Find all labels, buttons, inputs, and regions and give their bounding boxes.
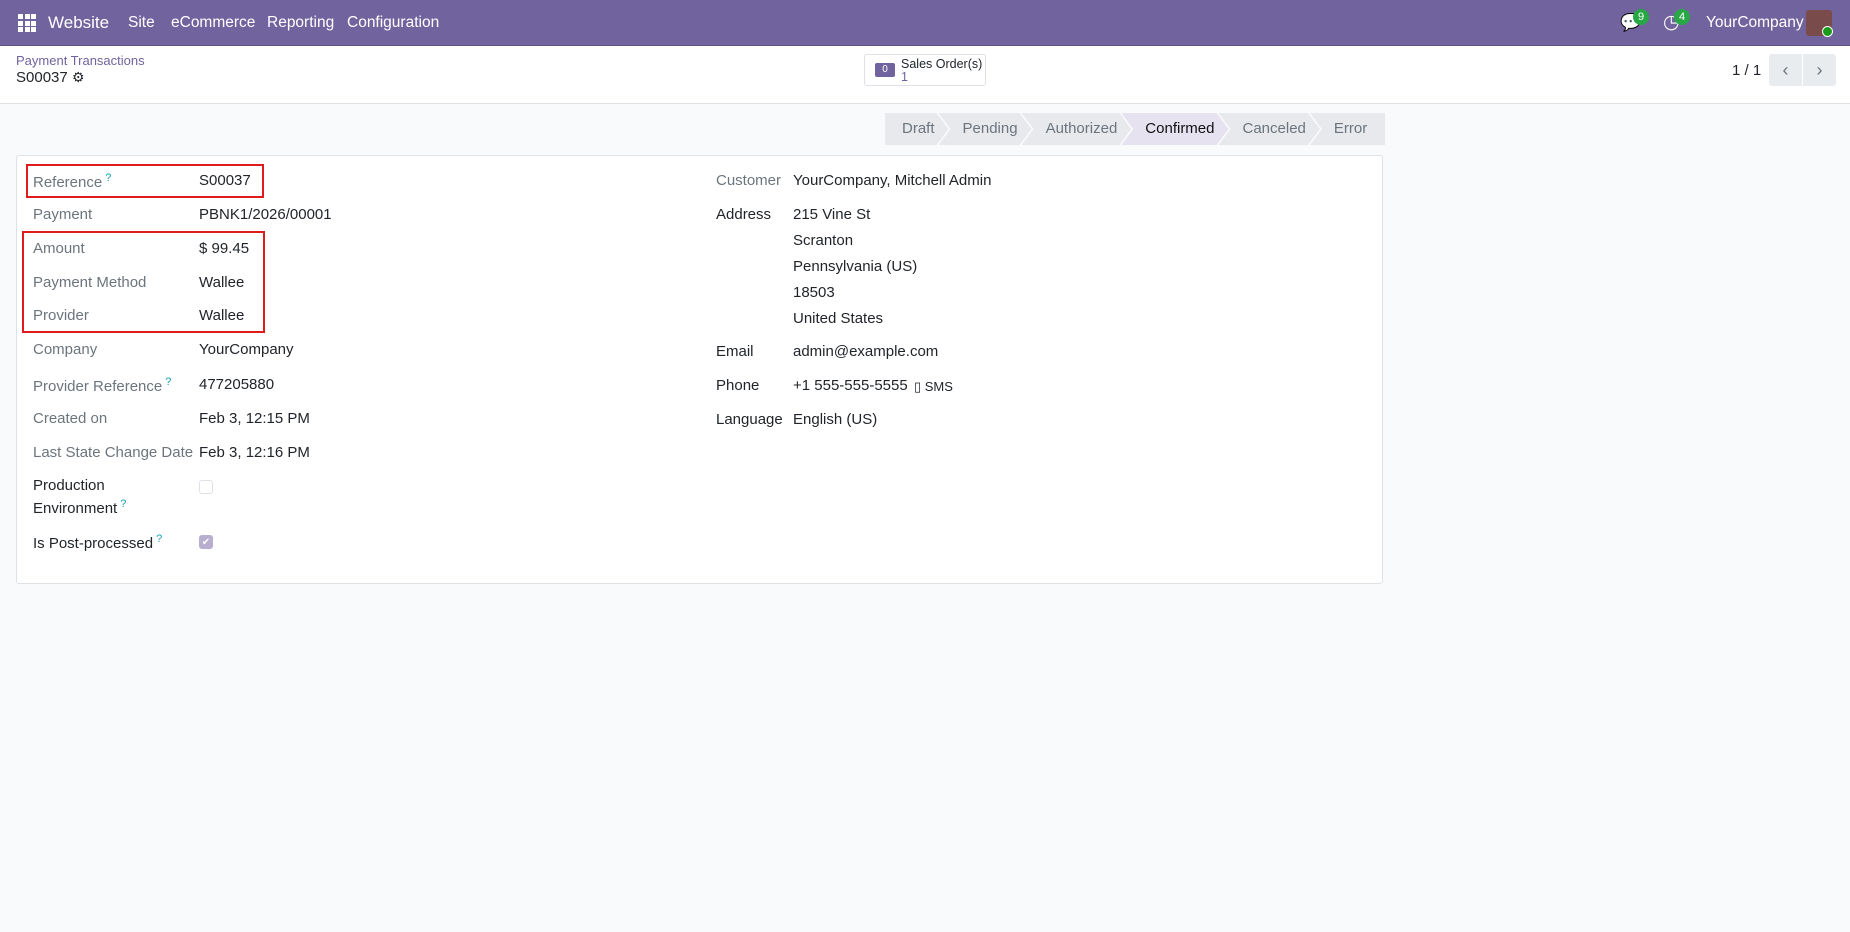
amount-label: Amount <box>33 240 85 257</box>
stage-confirmed[interactable]: Confirmed <box>1121 113 1228 145</box>
language-label: Language <box>716 411 783 428</box>
activities-badge: 4 <box>1674 9 1690 25</box>
language-value: English (US) <box>793 411 878 428</box>
email-label: Email <box>716 343 754 360</box>
reference-value: S00037 <box>199 172 251 189</box>
address-country: United States <box>793 310 884 327</box>
address-city: Scranton <box>793 232 854 249</box>
provider-reference-label: Provider Reference? <box>33 376 172 395</box>
email-link[interactable]: admin@example.com <box>793 343 938 360</box>
customer-label: Customer <box>716 172 782 189</box>
customer-link[interactable]: YourCompany, Mitchell Admin <box>793 172 991 189</box>
created-on-value: Feb 3, 12:15 PM <box>199 410 310 427</box>
provider-label: Provider <box>33 307 89 324</box>
control-panel: Payment Transactions S00037 ⚙ 0 Sales Or… <box>0 46 1850 104</box>
stage-draft[interactable]: Draft <box>885 113 949 145</box>
address-zip: 18503 <box>793 284 835 301</box>
address-street: 215 Vine St <box>793 206 871 223</box>
menu-reporting[interactable]: Reporting <box>267 0 334 46</box>
menu-ecommerce[interactable]: eCommerce <box>171 0 255 46</box>
provider-link[interactable]: Wallee <box>199 307 244 324</box>
menu-configuration[interactable]: Configuration <box>347 0 439 46</box>
stage-pending[interactable]: Pending <box>939 113 1032 145</box>
app-name[interactable]: Website <box>48 0 109 46</box>
company-label: Company <box>33 341 98 358</box>
status-bar: Draft Pending Authorized Confirmed Cance… <box>885 113 1386 145</box>
last-state-change-value: Feb 3, 12:16 PM <box>199 444 310 461</box>
stage-canceled[interactable]: Canceled <box>1219 113 1320 145</box>
pager-next-button[interactable]: › <box>1803 54 1836 86</box>
breadcrumb-payment-transactions[interactable]: Payment Transactions <box>16 53 145 68</box>
pager-previous-button[interactable]: ‹ <box>1769 54 1802 86</box>
app-menu-icon[interactable] <box>18 14 36 32</box>
smart-button-count: 1 <box>901 70 908 84</box>
post-processed-label: Is Post-processed? <box>33 533 163 552</box>
last-state-change-label: Last State Change Date <box>33 444 194 461</box>
mobile-icon: ▯ <box>914 379 925 394</box>
help-icon[interactable]: ? <box>165 376 171 388</box>
payment-method-link[interactable]: Wallee <box>199 274 244 291</box>
provider-reference-value: 477205880 <box>199 376 275 393</box>
record-title: S00037 <box>16 69 68 86</box>
company-switcher[interactable]: YourCompany <box>1706 0 1804 46</box>
top-navbar: Website Site eCommerce Reporting Configu… <box>0 0 1850 46</box>
phone-link[interactable]: +1 555-555-5555 <box>793 377 908 394</box>
post-processed-checkbox[interactable]: ✔ <box>199 535 213 549</box>
messages-badge: 9 <box>1633 9 1649 25</box>
payment-label: Payment <box>33 206 93 223</box>
production-environment-label-2: Environment? <box>33 498 127 517</box>
phone-label: Phone <box>716 377 760 394</box>
online-status-icon <box>1822 26 1833 37</box>
payment-method-label: Payment Method <box>33 274 147 291</box>
production-environment-label: Production <box>33 477 105 494</box>
address-label: Address <box>716 206 772 223</box>
money-icon: 0 <box>875 63 895 77</box>
created-on-label: Created on <box>33 410 108 427</box>
smart-button-label: Sales Order(s) <box>901 57 983 71</box>
payment-link[interactable]: PBNK1/2026/00001 <box>199 206 332 223</box>
sms-button[interactable]: ▯ SMS <box>914 379 953 395</box>
sales-orders-button[interactable]: 0 Sales Order(s) 1 <box>864 54 986 86</box>
reference-label: Reference? <box>33 172 112 191</box>
help-icon[interactable]: ? <box>105 172 111 184</box>
menu-site[interactable]: Site <box>128 0 155 46</box>
pager-value[interactable]: 1 / 1 <box>1732 62 1761 79</box>
stage-authorized[interactable]: Authorized <box>1022 113 1132 145</box>
amount-value: $ 99.45 <box>199 240 250 257</box>
gear-icon[interactable]: ⚙ <box>72 69 85 86</box>
production-environment-checkbox[interactable] <box>199 480 213 494</box>
stage-error[interactable]: Error <box>1309 113 1386 145</box>
help-icon[interactable]: ? <box>120 498 126 510</box>
company-link[interactable]: YourCompany <box>199 341 294 358</box>
help-icon[interactable]: ? <box>156 533 162 545</box>
address-state: Pennsylvania (US) <box>793 258 918 275</box>
